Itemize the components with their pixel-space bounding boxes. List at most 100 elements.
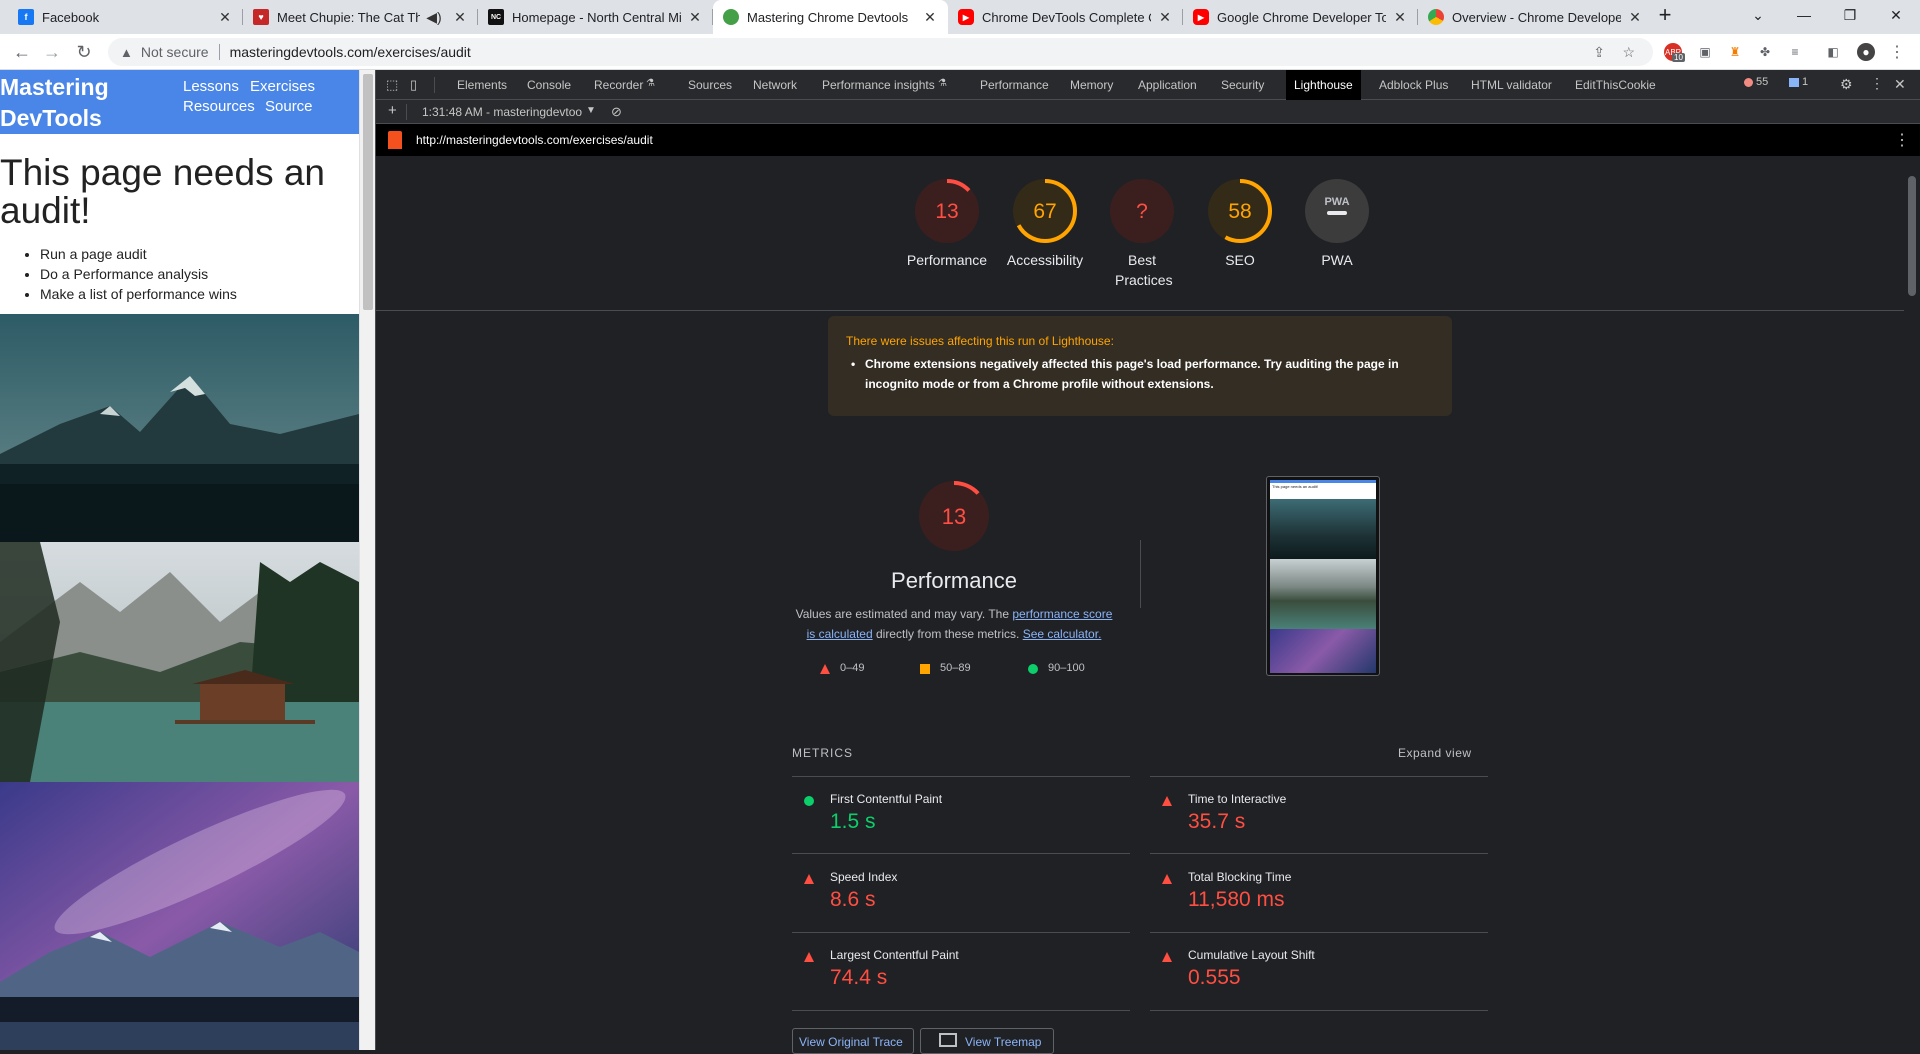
tab-recorder[interactable]: Recorder bbox=[594, 70, 643, 100]
new-tab-button[interactable]: + bbox=[1650, 0, 1680, 30]
close-icon[interactable]: ✕ bbox=[217, 9, 233, 26]
devtools-menu-icon[interactable]: ⋮ bbox=[1870, 75, 1884, 92]
metric-time-to-interactive[interactable]: Time to Interactive 35.7 s bbox=[1150, 792, 1488, 852]
close-icon[interactable]: ✕ bbox=[1157, 9, 1173, 26]
gauge-label[interactable]: Best Practices bbox=[1087, 250, 1197, 290]
view-original-trace-button[interactable]: View Original Trace bbox=[792, 1028, 914, 1054]
close-devtools-icon[interactable]: ✕ bbox=[1894, 76, 1906, 93]
gauge-seo[interactable]: 58 bbox=[1205, 176, 1275, 246]
inspect-element-icon[interactable]: ⬚ bbox=[386, 77, 398, 93]
lighthouse-ext-icon[interactable]: ♜ bbox=[1726, 43, 1744, 61]
close-window-button[interactable]: ✕ bbox=[1873, 0, 1919, 30]
tab-console[interactable]: Console bbox=[527, 70, 571, 100]
tab-html-validator[interactable]: HTML validator bbox=[1471, 70, 1552, 100]
gauge-label[interactable]: PWA bbox=[1282, 250, 1392, 270]
tab-ncmc[interactable]: NC Homepage - North Central Mich ✕ bbox=[478, 0, 713, 34]
scrollbar-thumb[interactable] bbox=[1908, 176, 1916, 296]
tab-cat[interactable]: ♥ Meet Chupie: The Cat That L ◀) ✕ bbox=[243, 0, 478, 34]
gauge-performance[interactable]: 13 bbox=[912, 176, 982, 246]
view-treemap-button[interactable]: View Treemap bbox=[920, 1028, 1054, 1054]
performance-gauge-large[interactable]: 13 bbox=[918, 480, 990, 552]
tab-youtube-2[interactable]: ▶ Google Chrome Developer Tool ✕ bbox=[1183, 0, 1418, 34]
new-report-icon[interactable]: + bbox=[388, 102, 397, 119]
tab-sources[interactable]: Sources bbox=[688, 70, 732, 100]
gauge-label[interactable]: Accessibility bbox=[990, 250, 1100, 270]
gauge-score: ? bbox=[1136, 200, 1148, 223]
side-panel-icon[interactable]: ◧ bbox=[1824, 43, 1842, 61]
dropdown-arrow-icon[interactable]: ▼ bbox=[586, 105, 596, 116]
metric-largest-contentful-paint[interactable]: Largest Contentful Paint 74.4 s bbox=[792, 948, 1130, 1008]
gauge-accessibility[interactable]: 67 bbox=[1010, 176, 1080, 246]
report-scrollbar[interactable] bbox=[1904, 156, 1920, 1050]
report-menu-icon[interactable]: ⋮ bbox=[1894, 130, 1910, 150]
gauge-label[interactable]: SEO bbox=[1185, 250, 1295, 270]
gauge-best-practices[interactable]: ? bbox=[1107, 176, 1177, 246]
metric-cumulative-layout-shift[interactable]: Cumulative Layout Shift 0.555 bbox=[1150, 948, 1488, 1008]
metric-value: 0.555 bbox=[1188, 966, 1241, 989]
report-url[interactable]: http://masteringdevtools.com/exercises/a… bbox=[416, 133, 653, 147]
tab-youtube-1[interactable]: ▶ Chrome DevTools Complete Co ✕ bbox=[948, 0, 1183, 34]
tab-network[interactable]: Network bbox=[753, 70, 797, 100]
close-icon[interactable]: ✕ bbox=[452, 9, 468, 26]
site-logo[interactable]: Mastering DevTools bbox=[0, 72, 160, 134]
page-title: This page needs an audit! bbox=[0, 152, 326, 231]
close-icon[interactable]: ✕ bbox=[922, 9, 938, 26]
url-text[interactable]: masteringdevtools.com/exercises/audit bbox=[230, 44, 471, 60]
security-label[interactable]: Not secure bbox=[141, 44, 209, 60]
reload-icon[interactable]: ↻ bbox=[72, 40, 96, 64]
nav-exercises[interactable]: Exercises bbox=[250, 78, 315, 95]
tab-security[interactable]: Security bbox=[1221, 70, 1264, 100]
kebab-menu-icon[interactable]: ⋮ bbox=[1888, 43, 1906, 61]
validator-icon[interactable]: ▣ bbox=[1696, 43, 1714, 61]
tab-performance-insights[interactable]: Performance insights bbox=[822, 70, 935, 100]
back-icon[interactable]: ← bbox=[10, 40, 34, 64]
tab-lighthouse[interactable]: Lighthouse bbox=[1286, 70, 1361, 100]
nav-lessons[interactable]: Lessons bbox=[183, 78, 239, 95]
tab-mastering-devtools[interactable]: Mastering Chrome Devtools ✕ bbox=[713, 0, 948, 34]
settings-gear-icon[interactable]: ⚙ bbox=[1840, 76, 1853, 93]
scrollbar-thumb[interactable] bbox=[363, 74, 373, 310]
reading-list-icon[interactable]: ≡ bbox=[1786, 43, 1804, 61]
restore-button[interactable]: ❐ bbox=[1827, 0, 1873, 30]
tab-elements[interactable]: Elements bbox=[457, 70, 507, 100]
address-bar[interactable]: ▲ Not secure masteringdevtools.com/exerc… bbox=[108, 38, 1653, 66]
close-icon[interactable]: ✕ bbox=[1627, 9, 1643, 26]
minimize-button[interactable]: — bbox=[1781, 0, 1827, 30]
avatar[interactable]: ● bbox=[1857, 43, 1875, 61]
metric-total-blocking-time[interactable]: Total Blocking Time 11,580 ms bbox=[1150, 870, 1488, 930]
tab-application[interactable]: Application bbox=[1138, 70, 1197, 100]
tab-adblock-plus[interactable]: Adblock Plus bbox=[1379, 70, 1448, 100]
warning-item: • Chrome extensions negatively affected … bbox=[851, 357, 1399, 391]
tab-search-icon[interactable]: ⌄ bbox=[1735, 0, 1781, 30]
pwa-icon[interactable]: PWA bbox=[1302, 176, 1372, 246]
forward-icon[interactable]: → bbox=[40, 40, 64, 64]
tab-performance[interactable]: Performance bbox=[980, 70, 1049, 100]
clear-icon[interactable]: ⊘ bbox=[611, 104, 622, 120]
report-selector[interactable]: 1:31:48 AM - masteringdevtoo bbox=[422, 105, 582, 119]
close-icon[interactable]: ✕ bbox=[1392, 9, 1408, 26]
gauge-label[interactable]: Performance bbox=[892, 250, 1002, 270]
tab-memory[interactable]: Memory bbox=[1070, 70, 1113, 100]
error-counter[interactable]: 55 bbox=[1744, 76, 1768, 88]
device-toolbar-icon[interactable]: ▯ bbox=[410, 77, 417, 93]
tab-editthiscookie[interactable]: EditThisCookie bbox=[1575, 70, 1656, 100]
fail-triangle-icon bbox=[1162, 952, 1172, 962]
close-icon[interactable]: ✕ bbox=[687, 9, 703, 26]
page-scrollbar[interactable] bbox=[359, 70, 375, 1050]
message-counter[interactable]: 1 bbox=[1789, 76, 1808, 88]
tab-chrome-developers[interactable]: Overview - Chrome Developers ✕ bbox=[1418, 0, 1653, 34]
bookmark-star-icon[interactable]: ☆ bbox=[1622, 44, 1635, 61]
extensions-puzzle-icon[interactable]: ✤ bbox=[1756, 43, 1774, 61]
share-icon[interactable]: ⇪ bbox=[1593, 44, 1605, 61]
metric-speed-index[interactable]: Speed Index 8.6 s bbox=[792, 870, 1130, 930]
see-calculator-link[interactable]: See calculator. bbox=[1023, 627, 1102, 641]
metric-first-contentful-paint[interactable]: First Contentful Paint 1.5 s bbox=[792, 792, 1130, 852]
nav-source[interactable]: Source bbox=[265, 98, 313, 115]
expand-view-toggle[interactable]: Expand view bbox=[1398, 746, 1472, 760]
tab-facebook[interactable]: f Facebook ✕ bbox=[8, 0, 243, 34]
final-screenshot[interactable]: This page needs an audit! bbox=[1266, 476, 1380, 676]
pass-circle-icon bbox=[804, 796, 814, 806]
metric-value: 11,580 ms bbox=[1188, 888, 1285, 911]
mute-icon[interactable]: ◀) bbox=[426, 9, 442, 26]
nav-resources[interactable]: Resources bbox=[183, 98, 255, 115]
